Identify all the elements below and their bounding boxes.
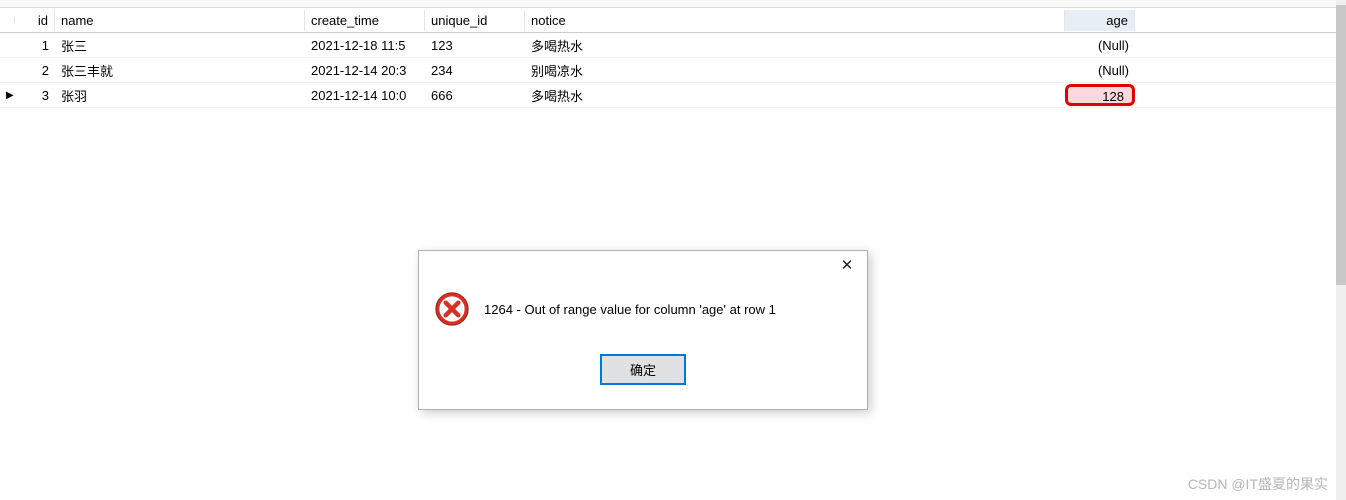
column-header-create-time[interactable]: create_time [305,10,425,31]
cell-unique-id[interactable]: 666 [425,85,525,106]
cell-unique-id[interactable]: 234 [425,60,525,81]
cell-age-highlighted[interactable]: 128 [1065,84,1135,106]
cell-notice[interactable]: 多喝热水 [525,33,1065,58]
data-table: id name create_time unique_id notice age… [0,8,1336,108]
column-header-name[interactable]: name [55,10,305,31]
dialog-footer: 确定 [419,337,867,384]
scrollbar-thumb[interactable] [1336,5,1346,285]
close-icon: ✕ [841,256,854,274]
vertical-scrollbar[interactable] [1336,0,1346,500]
cell-unique-id[interactable]: 123 [425,35,525,56]
cell-id[interactable]: 3 [15,85,55,106]
cell-create-time[interactable]: 2021-12-18 11:5 [305,35,425,56]
table-header-row: id name create_time unique_id notice age [0,8,1336,33]
cell-notice[interactable]: 别喝凉水 [525,58,1065,83]
dialog-message: 1264 - Out of range value for column 'ag… [484,302,776,317]
column-header-notice[interactable]: notice [525,10,1065,31]
watermark: CSDN @IT盛夏的果实 [1188,474,1328,494]
column-header-id[interactable]: id [15,10,55,31]
table-row[interactable]: 1 张三 2021-12-18 11:5 123 多喝热水 (Null) [0,33,1336,58]
dialog-body: 1264 - Out of range value for column 'ag… [419,281,867,337]
cell-age[interactable]: (Null) [1065,35,1135,56]
cell-age[interactable]: (Null) [1065,60,1135,81]
row-indicator-current: ▶ [0,87,15,104]
cell-name[interactable]: 张三丰就 [55,58,305,83]
table-row[interactable]: ▶ 3 张羽 2021-12-14 10:0 666 多喝热水 128 [0,83,1336,108]
toolbar [0,0,1336,8]
cell-id[interactable]: 2 [15,60,55,81]
column-header-age[interactable]: age [1065,10,1135,31]
cell-id[interactable]: 1 [15,35,55,56]
cell-notice[interactable]: 多喝热水 [525,83,1065,108]
row-indicator [0,67,15,73]
column-header-unique-id[interactable]: unique_id [425,10,525,31]
dialog-titlebar: ✕ [419,251,867,281]
row-indicator-header [0,17,15,23]
error-icon [434,291,470,327]
table-row[interactable]: 2 张三丰就 2021-12-14 20:3 234 别喝凉水 (Null) [0,58,1336,83]
ok-button[interactable]: 确定 [601,355,685,384]
cell-name[interactable]: 张三 [55,33,305,58]
cell-create-time[interactable]: 2021-12-14 10:0 [305,85,425,106]
error-dialog: ✕ 1264 - Out of range value for column '… [418,250,868,410]
row-indicator [0,42,15,48]
cell-name[interactable]: 张羽 [55,83,305,108]
close-button[interactable]: ✕ [827,251,867,279]
cell-create-time[interactable]: 2021-12-14 20:3 [305,60,425,81]
